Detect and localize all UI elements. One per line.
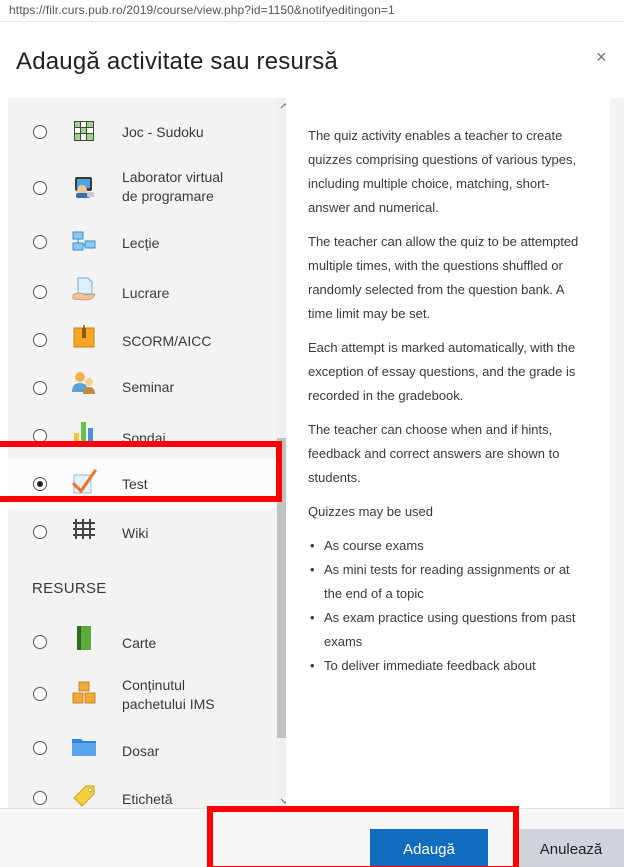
assignment-icon [72,277,96,301]
browser-url-bar[interactable]: https://filr.curs.pub.ro/2019/course/vie… [0,0,624,22]
description-bullet: As mini tests for reading assignments or… [308,558,586,606]
options-scrollbar[interactable] [276,98,286,808]
scroll-thumb[interactable] [277,438,286,738]
option-label: Carte [122,635,157,651]
option-label: Dosar [122,743,160,759]
radio-survey[interactable] [33,429,47,443]
option-label: Seminar [122,379,175,395]
option-label: Wiki [122,525,149,541]
modal-body: Joc - Sudoku Laborator virtual de progra… [0,98,624,808]
option-folder[interactable]: Dosar [8,724,276,776]
radio-scorm[interactable] [33,333,47,347]
description-paragraph: Quizzes may be used [308,504,434,519]
description-paragraph: The teacher can choose when and if hints… [308,422,560,485]
resources-heading: RESURSE [32,580,107,597]
radio-folder[interactable] [33,741,47,755]
option-label: Test [122,476,148,492]
description-panel: The quiz activity enables a teacher to c… [286,98,610,808]
option-label: Conținutul [122,677,186,693]
scorm-icon [73,325,95,348]
close-icon[interactable]: × [596,48,607,66]
folder-icon [72,739,96,756]
book-icon [77,626,91,650]
option-label: Laborator virtual [122,169,224,185]
option-label: Etichetă [122,791,173,807]
radio-workshop[interactable] [33,381,47,395]
option-label: Lecție [122,235,160,251]
radio-quiz[interactable] [33,477,47,491]
description-paragraph: The quiz activity enables a teacher to c… [308,128,577,215]
modal-header: Adaugă activitate sau resursă × [0,22,624,98]
option-lesson[interactable]: Lecție [8,218,276,270]
radio-wiki[interactable] [33,525,47,539]
radio-sudoku[interactable] [33,125,47,139]
radio-assignment[interactable] [33,285,47,299]
lesson-icon [72,231,96,251]
radio-vpl[interactable] [33,181,47,195]
option-workshop[interactable]: Seminar [8,362,276,414]
description-paragraph: The teacher can allow the quiz to be att… [308,234,579,321]
radio-book[interactable] [33,635,47,649]
url-text: https://filr.curs.pub.ro/2019/course/vie… [9,3,395,17]
option-book[interactable]: Carte [8,616,276,668]
option-label: Sondaj [122,430,166,446]
workshop-icon [72,372,95,394]
description-bullet: As exam practice using questions from pa… [308,606,586,654]
option-label-line2: pachetului IMS [122,696,215,712]
wiki-icon [73,519,95,539]
option-scorm[interactable]: SCORM/AICC [8,314,276,366]
description-bullet: As course exams [308,534,586,558]
modal-footer: Adaugă Anulează [0,808,624,867]
option-label: SCORM/AICC [122,333,212,349]
option-vpl[interactable]: Laborator virtual de programare [8,158,276,218]
option-label-line2: de programare [122,188,214,204]
option-survey[interactable]: Sondaj [8,410,276,462]
ims-icon [72,681,96,704]
option-quiz[interactable]: Test [8,458,276,510]
sudoku-icon [74,121,94,141]
option-assignment[interactable]: Lucrare [8,266,276,318]
survey-icon [74,422,93,444]
radio-lesson[interactable] [33,235,47,249]
options-list[interactable]: Joc - Sudoku Laborator virtual de progra… [8,98,286,808]
description-paragraph: Each attempt is marked automatically, wi… [308,340,576,403]
option-label-resource[interactable]: Etichetă [8,772,276,808]
option-sudoku[interactable]: Joc - Sudoku [8,106,276,158]
option-ims[interactable]: Conținutul pachetului IMS [8,664,276,724]
radio-ims[interactable] [33,687,47,701]
description-bullet: To deliver immediate feedback about [308,654,586,678]
label-icon [73,785,95,807]
quiz-icon [72,469,97,494]
option-wiki[interactable]: Wiki [8,506,276,558]
cancel-button[interactable]: Anulează [518,829,624,867]
right-edge-strip [610,98,624,808]
vpl-icon [75,177,94,198]
option-label: Joc - Sudoku [122,124,204,140]
radio-label[interactable] [33,791,47,805]
modal-title: Adaugă activitate sau resursă [16,48,338,75]
option-label: Lucrare [122,285,170,301]
description-list: As course exams As mini tests for readin… [308,534,586,678]
add-button[interactable]: Adaugă [370,829,488,867]
